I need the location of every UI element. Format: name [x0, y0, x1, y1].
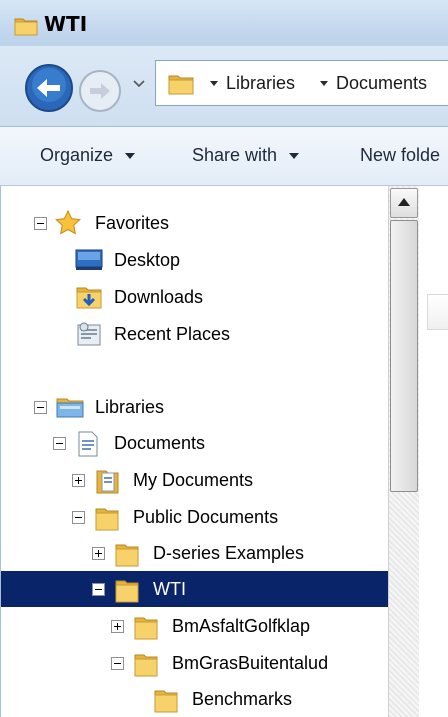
folder-icon — [134, 654, 158, 677]
share-with-button[interactable]: Share with — [192, 145, 300, 166]
tree-item-desktop[interactable]: Desktop — [1, 242, 389, 278]
library-icon — [56, 398, 84, 418]
my-documents-icon — [96, 470, 119, 494]
desktop-icon — [75, 249, 103, 270]
vertical-scrollbar[interactable] — [388, 186, 419, 717]
tree-item-bm-asfalt-golfklap[interactable]: BmAsfaltGolfklap — [1, 608, 389, 644]
folder-icon — [134, 617, 158, 640]
tree-item-public-documents[interactable]: Public Documents — [1, 499, 389, 535]
recent-places-icon — [77, 322, 101, 346]
tree-item-documents[interactable]: Documents — [1, 425, 389, 461]
tree-label: D-series Examples — [153, 543, 305, 563]
column-header[interactable] — [427, 294, 448, 330]
folder-icon — [95, 508, 119, 531]
tree-item-wti[interactable]: WTI — [1, 571, 389, 607]
address-field[interactable]: Libraries Documents — [155, 60, 448, 106]
tree-label: Libraries — [95, 397, 165, 417]
chevron-down-icon — [289, 153, 300, 160]
breadcrumb-libraries[interactable]: Libraries — [226, 73, 295, 94]
organize-label: Organize — [40, 145, 114, 165]
organize-button[interactable]: Organize — [40, 145, 136, 166]
window-title: WTI — [44, 12, 88, 36]
collapse-icon[interactable] — [72, 511, 85, 524]
folder-icon — [115, 544, 139, 567]
arrow-up-icon — [398, 198, 410, 206]
tree-item-downloads[interactable]: Downloads — [1, 279, 389, 315]
back-button[interactable] — [24, 63, 74, 113]
tree-item-benchmarks[interactable]: Benchmarks — [1, 681, 389, 717]
tree-label: WTI — [153, 579, 186, 599]
navigation-pane[interactable]: Favorites Desktop Downloads Recent Place… — [0, 186, 389, 717]
downloads-folder-icon — [76, 287, 102, 309]
tree-item-favorites[interactable]: Favorites — [1, 205, 389, 241]
tree-item-libraries[interactable]: Libraries — [1, 389, 389, 425]
tree-label: Recent Places — [114, 324, 231, 344]
tree-item-dseries-examples[interactable]: D-series Examples — [1, 535, 389, 571]
tree-item-my-documents[interactable]: My Documents — [1, 462, 389, 498]
collapse-icon[interactable] — [92, 583, 105, 596]
content-pane[interactable] — [419, 186, 448, 717]
expand-icon[interactable] — [111, 620, 124, 633]
breadcrumb-arrow-icon[interactable] — [320, 81, 328, 86]
folder-icon — [168, 75, 194, 95]
collapse-icon[interactable] — [34, 217, 47, 230]
collapse-icon[interactable] — [111, 657, 124, 670]
document-icon — [78, 431, 98, 457]
tree-label: Downloads — [114, 287, 204, 307]
breadcrumb-documents[interactable]: Documents — [336, 73, 427, 94]
tree-label: Documents — [114, 433, 206, 453]
expand-icon[interactable] — [92, 547, 105, 560]
folder-icon — [154, 690, 178, 713]
tree-label: BmGrasBuitentalud — [172, 653, 329, 673]
tree-label: BmAsfaltGolfklap — [172, 616, 311, 636]
tree-item-bm-gras-buitentalud[interactable]: BmGrasBuitentalud — [1, 645, 389, 681]
collapse-icon[interactable] — [34, 401, 47, 414]
share-with-label: Share with — [192, 145, 278, 165]
tree-label: Public Documents — [133, 507, 279, 527]
chevron-down-icon — [125, 153, 136, 160]
command-bar: Organize Share with New folde — [0, 127, 448, 186]
expand-icon[interactable] — [72, 474, 85, 487]
recent-pages-dropdown[interactable] — [132, 79, 146, 89]
tree-label: Favorites — [95, 213, 170, 233]
tree-label: Benchmarks — [192, 689, 293, 709]
tree-label: My Documents — [133, 470, 254, 490]
forward-button[interactable] — [78, 69, 122, 113]
scroll-up-button[interactable] — [390, 188, 418, 218]
star-icon — [55, 210, 81, 235]
scroll-thumb[interactable] — [390, 220, 418, 492]
tree-label: Desktop — [114, 250, 181, 270]
folder-icon — [115, 580, 139, 603]
new-folder-label: New folde — [360, 145, 441, 165]
title-bar: WTI — [0, 0, 448, 47]
new-folder-button[interactable]: New folde — [360, 145, 440, 166]
breadcrumb-arrow-icon[interactable] — [210, 81, 218, 86]
tree-item-recent-places[interactable]: Recent Places — [1, 316, 389, 352]
folder-icon — [14, 18, 38, 36]
collapse-icon[interactable] — [53, 437, 66, 450]
